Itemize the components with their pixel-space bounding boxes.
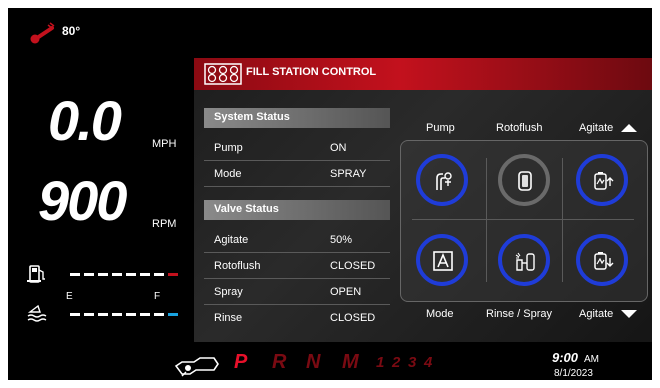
- empty-label: E: [66, 291, 73, 302]
- valve-value: CLOSED: [330, 312, 376, 324]
- rotoflush-label: Rotoflush: [496, 122, 543, 134]
- agitate-up-button[interactable]: [576, 154, 628, 206]
- gear-m: M: [342, 351, 359, 373]
- rpm-unit: RPM: [152, 218, 177, 230]
- valve-status-heading: Valve Status: [204, 200, 390, 220]
- rpm-value: 900: [38, 169, 127, 232]
- status-label: Mode: [214, 168, 242, 180]
- valve-label: Rotoflush: [214, 260, 261, 272]
- mode-label: Mode: [426, 308, 454, 320]
- rotoflush-button[interactable]: [498, 154, 550, 206]
- system-status-heading: System Status: [204, 108, 390, 128]
- valve-row-spray: Spray OPEN: [204, 280, 390, 305]
- agitate-down-button[interactable]: [576, 234, 628, 286]
- def-gauge: [18, 304, 178, 324]
- clock-date: 8/1/2023: [554, 368, 593, 379]
- rinse-spray-label: Rinse / Spray: [486, 308, 553, 320]
- fill-station-icon: [204, 63, 242, 85]
- valve-label: Rinse: [214, 312, 243, 324]
- agitate-up-label: Agitate: [579, 122, 614, 134]
- pump-label: Pump: [426, 122, 455, 134]
- valve-value: CLOSED: [330, 260, 376, 272]
- clock-ampm: AM: [584, 354, 599, 365]
- gear-2: 2: [392, 354, 401, 371]
- valve-row-rotoflush: Rotoflush CLOSED: [204, 254, 390, 279]
- thermometer-icon: [30, 22, 55, 44]
- dashboard-screen: 80° 0.0 MPH 900 RPM E F FILL STATION CON…: [8, 8, 652, 380]
- panel-title: FILL STATION CONTROL: [246, 66, 377, 78]
- agitate-down-icon: [594, 252, 614, 270]
- clock-time: 9:00: [552, 350, 579, 365]
- status-label: Pump: [214, 142, 243, 154]
- status-value: ON: [330, 142, 347, 154]
- agitate-down-label: Agitate: [579, 308, 614, 320]
- divider: [486, 158, 487, 282]
- arrow-up-icon: [621, 124, 637, 132]
- gear-1: 1: [376, 354, 385, 371]
- mode-button[interactable]: [416, 234, 468, 286]
- agitate-up-icon: [594, 172, 614, 190]
- gear-3: 3: [408, 354, 417, 371]
- water-level-icon: [27, 304, 47, 322]
- valve-row-rinse: Rinse CLOSED: [204, 306, 390, 330]
- status-row-pump: Pump ON: [204, 136, 390, 161]
- valve-row-agitate: Agitate 50%: [204, 228, 390, 253]
- fuel-gauge: [18, 264, 178, 284]
- pump-icon: [436, 172, 452, 190]
- rinse-spray-button[interactable]: [498, 234, 550, 286]
- rotoflush-icon: [518, 171, 532, 191]
- gear-p: P: [234, 351, 248, 373]
- temperature-value: 80°: [62, 24, 81, 38]
- pump-button[interactable]: [416, 154, 468, 206]
- gear-4: 4: [424, 354, 433, 371]
- speed-unit: MPH: [152, 138, 177, 150]
- valve-label: Spray: [214, 286, 243, 298]
- full-label: F: [154, 291, 161, 302]
- speed-value: 0.0: [48, 89, 122, 152]
- gear-n: N: [306, 351, 321, 373]
- valve-value: OPEN: [330, 286, 362, 298]
- auto-mode-icon: [433, 251, 453, 271]
- valve-label: Agitate: [214, 234, 249, 246]
- divider: [562, 158, 563, 282]
- gear-r: R: [272, 351, 287, 373]
- arrow-down-icon: [621, 310, 637, 318]
- status-value: SPRAY: [330, 168, 367, 180]
- divider: [412, 219, 634, 220]
- transmission-icon: [174, 357, 219, 377]
- rinse-spray-icon: [515, 252, 535, 271]
- status-row-mode: Mode SPRAY: [204, 162, 390, 187]
- fuel-pump-icon: [27, 265, 45, 283]
- valve-value: 50%: [330, 234, 353, 246]
